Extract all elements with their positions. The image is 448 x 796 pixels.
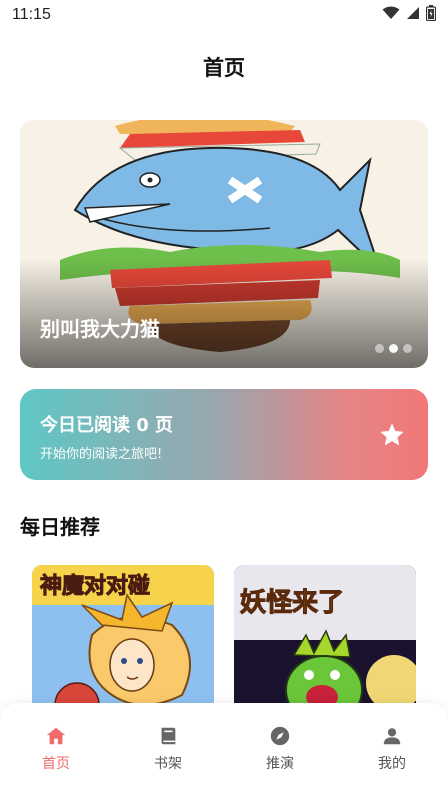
page-title: 首页	[203, 56, 245, 80]
reading-title: 今日已阅读 0 页	[40, 415, 174, 436]
reading-progress-card[interactable]: 今日已阅读 0 页 开始你的阅读之旅吧!	[20, 389, 428, 480]
cellular-icon	[407, 7, 419, 19]
wifi-icon	[382, 6, 400, 19]
tab-label: 书架	[154, 756, 182, 772]
carousel-indicator	[375, 344, 412, 353]
star-icon[interactable]	[378, 421, 406, 449]
status-bar: 11:15	[0, 0, 448, 30]
tab-profile[interactable]: 我的	[352, 725, 432, 773]
tab-bookshelf[interactable]: 书架	[128, 725, 208, 773]
user-icon	[383, 728, 401, 745]
daily-recommend-title: 每日推荐	[20, 515, 100, 539]
carousel-dot[interactable]	[375, 344, 384, 353]
tab-label: 首页	[42, 756, 70, 772]
bottom-tab-bar: 首页 书架 推演 我的	[0, 703, 448, 796]
reading-subtitle: 开始你的阅读之旅吧!	[40, 447, 163, 462]
tab-label: 我的	[378, 756, 406, 772]
status-time: 11:15	[12, 6, 51, 23]
tab-home[interactable]: 首页	[16, 725, 96, 773]
tab-label: 推演	[266, 756, 294, 772]
banner-title: 别叫我大力猫	[40, 317, 160, 341]
carousel-dot[interactable]	[403, 344, 412, 353]
tab-discover[interactable]: 推演	[240, 725, 320, 773]
status-icons	[382, 5, 436, 21]
banner-carousel[interactable]: 别叫我大力猫	[20, 120, 428, 368]
book-icon	[161, 727, 176, 745]
compass-icon	[270, 726, 290, 746]
cover-title: 神魔对对碰	[40, 573, 150, 599]
home-icon	[46, 727, 66, 745]
cover-title: 妖怪来了	[240, 588, 344, 618]
battery-icon	[426, 5, 436, 21]
carousel-dot-active[interactable]	[389, 344, 398, 353]
